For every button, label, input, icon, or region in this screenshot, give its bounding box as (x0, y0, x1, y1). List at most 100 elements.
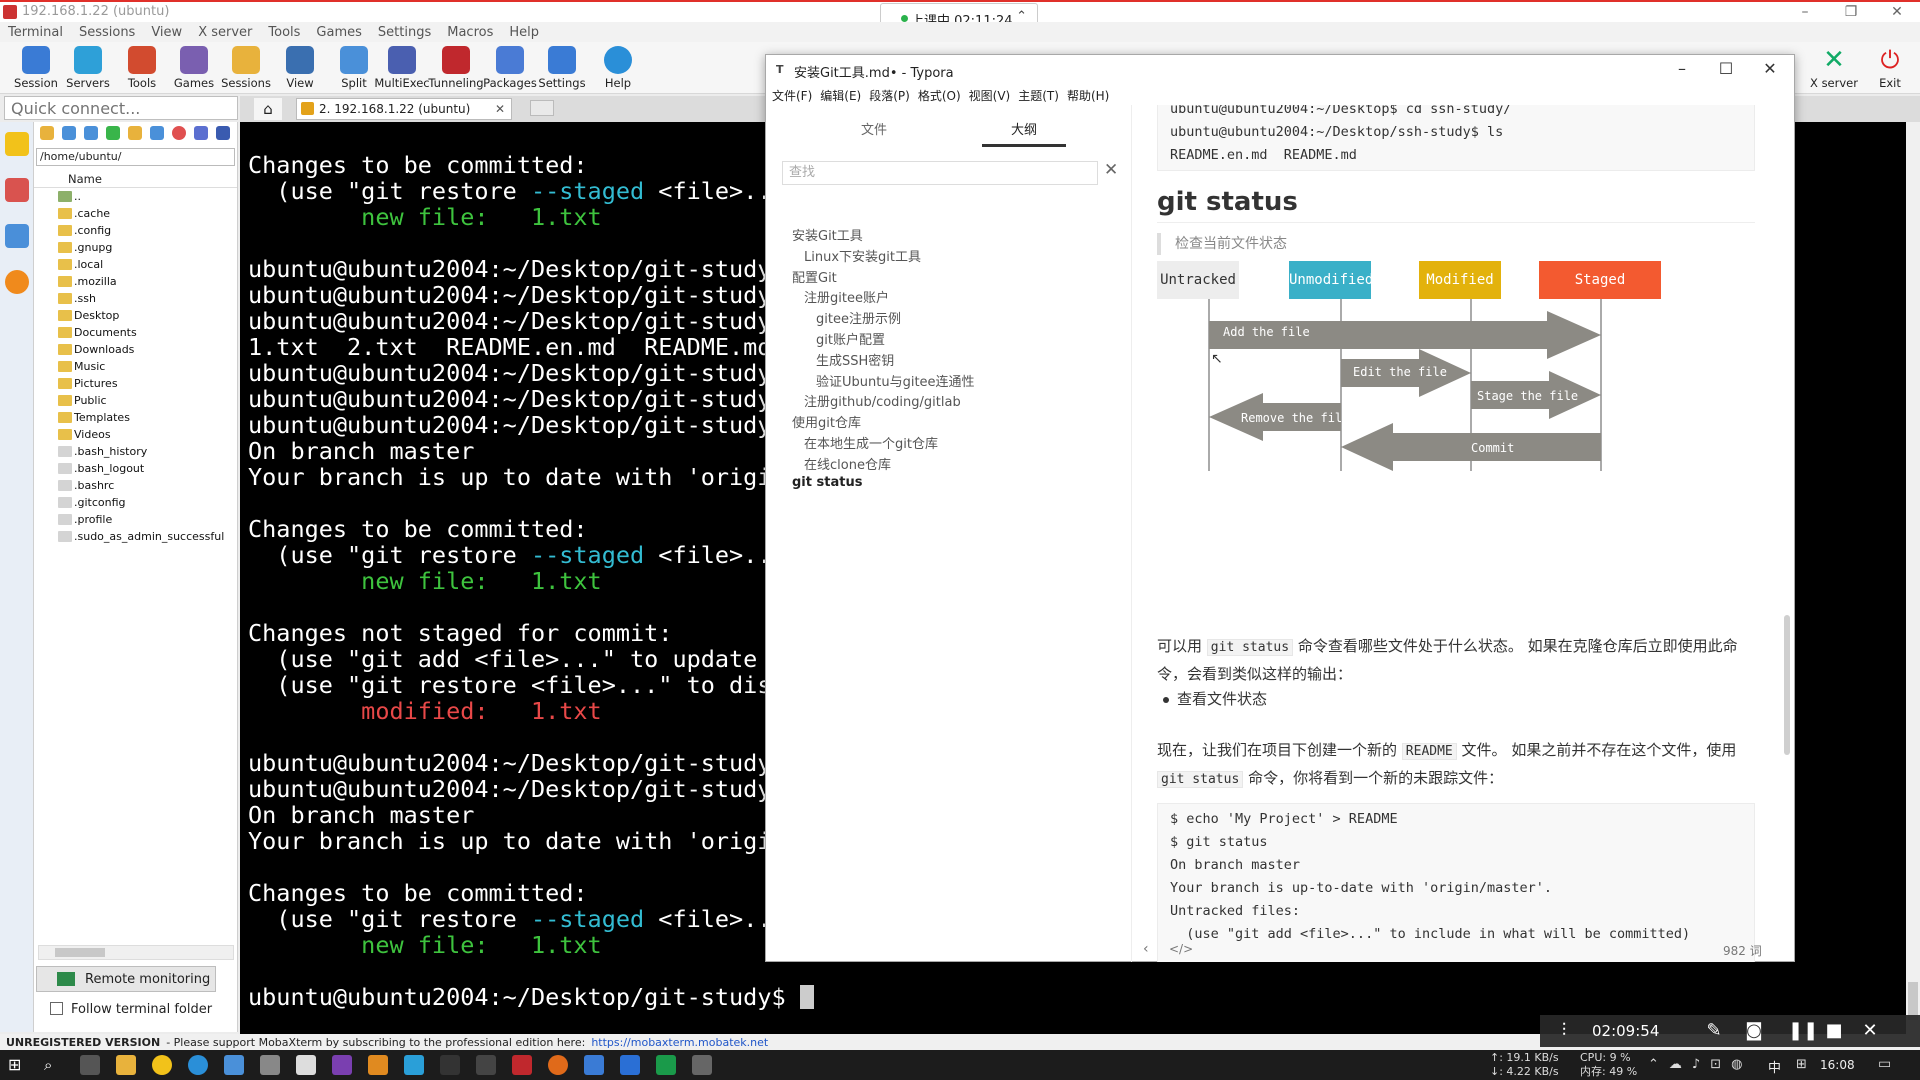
file-item[interactable]: Pictures (34, 375, 237, 392)
file-item[interactable]: .mozilla (34, 273, 237, 290)
paragraph-1[interactable]: 可以用 git status 命令查看哪些文件处于什么状态。 如果在克隆仓库后立… (1157, 633, 1757, 687)
file-item[interactable]: .gnupg (34, 239, 237, 256)
heading-git-status[interactable]: git status (1157, 187, 1298, 217)
edge-icon[interactable] (188, 1055, 208, 1075)
upload-icon[interactable] (84, 126, 98, 140)
file-item[interactable]: Videos (34, 426, 237, 443)
typora-task-icon[interactable] (296, 1055, 316, 1075)
tab-outline[interactable]: 大纲 (982, 119, 1066, 147)
toolbar-help-button[interactable]: Help (590, 42, 646, 90)
folder-up-icon[interactable] (40, 126, 54, 140)
file-item[interactable]: Templates (34, 409, 237, 426)
outline-item[interactable]: 注册github/coding/gitlab (804, 391, 961, 410)
close-button[interactable]: ✕ (1874, 2, 1920, 24)
typora-menu-item[interactable]: 帮助(H) (1067, 87, 1109, 104)
paragraph-2[interactable]: 现在，让我们在项目下创建一个新的 README 文件。 如果之前并不存在这个文件… (1157, 737, 1757, 793)
file-item[interactable]: .bash_history (34, 443, 237, 460)
download-icon[interactable] (62, 126, 76, 140)
menu-sessions[interactable]: Sessions (79, 25, 135, 40)
bullet-item[interactable]: 查看文件状态 (1162, 688, 1267, 709)
typora-menu-item[interactable]: 主题(T) (1018, 87, 1059, 104)
close-icon[interactable]: ✕ (1104, 160, 1118, 180)
taskbar-clock[interactable]: 16:08 (1820, 1058, 1855, 1072)
close-icon[interactable]: ✕ (1860, 1021, 1880, 1041)
task-view-icon[interactable] (80, 1055, 100, 1075)
camera-icon[interactable]: ◙ (1744, 1021, 1764, 1041)
app-icon-15[interactable] (584, 1055, 604, 1075)
tools-icon[interactable] (5, 178, 29, 202)
outline-item[interactable]: gitee注册示例 (816, 308, 901, 327)
file-item[interactable]: .bash_logout (34, 460, 237, 477)
star-icon[interactable] (5, 132, 29, 156)
remote-monitoring-button[interactable]: Remote monitoring (36, 966, 216, 992)
menu-tools[interactable]: Tools (268, 25, 300, 40)
app-icon-14[interactable] (548, 1055, 568, 1075)
outline-item[interactable]: 验证Ubuntu与gitee连通性 (816, 371, 975, 390)
refresh-icon[interactable] (106, 126, 120, 140)
outline-item[interactable]: 在线clone仓库 (804, 454, 891, 473)
file-item[interactable]: Documents (34, 324, 237, 341)
source-mode-icon[interactable]: </> (1169, 942, 1193, 956)
file-item[interactable]: .. (34, 188, 237, 205)
macros-icon[interactable] (5, 270, 29, 294)
app-icon-6[interactable] (260, 1055, 280, 1075)
file-item[interactable]: .cache (34, 205, 237, 222)
onenote-icon[interactable] (332, 1055, 352, 1075)
file-item[interactable]: Music (34, 358, 237, 375)
maximize-button[interactable]: ❐ (1828, 2, 1874, 24)
code-block-top[interactable]: ubuntu@ubuntu2004:~/Desktop$ cd ssh-stud… (1157, 105, 1755, 171)
toolbar-view-button[interactable]: View (272, 42, 328, 90)
typora-maximize-button[interactable]: ☐ (1704, 55, 1748, 85)
cmd-icon[interactable] (440, 1055, 460, 1075)
xserver-button[interactable]: ✕ X server (1806, 42, 1862, 90)
tray-icons[interactable]: ⌃☁♪⊡◍ (1648, 1057, 1752, 1072)
outline-item[interactable]: Linux下安装git工具 (804, 246, 921, 265)
tab-files[interactable]: 文件 (832, 119, 916, 144)
outline-item[interactable]: git账户配置 (816, 329, 885, 348)
path-field[interactable]: /home/ubuntu/ (36, 148, 235, 166)
file-item[interactable]: .profile (34, 511, 237, 528)
outline-item[interactable]: git status (792, 475, 862, 490)
mobaxterm-task-icon[interactable] (368, 1055, 388, 1075)
quick-connect-box[interactable] (4, 96, 238, 120)
pause-icon[interactable]: ❚❚ (1788, 1021, 1818, 1041)
file-item[interactable]: .config (34, 222, 237, 239)
word-count[interactable]: 982 词 (1723, 942, 1762, 959)
file-item[interactable]: .bashrc (34, 477, 237, 494)
toolbar-tunneling-button[interactable]: Tunneling (428, 42, 484, 90)
app-icon-10[interactable] (404, 1055, 424, 1075)
sftp-icon[interactable] (5, 224, 29, 248)
typora-scrollbar[interactable] (1784, 615, 1790, 755)
file-item[interactable]: Public (34, 392, 237, 409)
typora-menu-item[interactable]: 文件(F) (772, 87, 812, 104)
file-item[interactable]: .gitconfig (34, 494, 237, 511)
toolbar-tools-button[interactable]: Tools (114, 42, 170, 90)
toolbar-sessions-button[interactable]: Sessions (218, 42, 274, 90)
minimize-button[interactable]: – (1782, 2, 1828, 24)
outline-search-input[interactable]: 查找 (782, 161, 1098, 185)
typora-menu-item[interactable]: 段落(P) (869, 87, 910, 104)
menu-view[interactable]: View (151, 25, 182, 40)
keyboard-icon[interactable]: ⊞ (1796, 1057, 1807, 1072)
scroll-thumb[interactable] (55, 948, 105, 957)
rename-icon[interactable] (194, 126, 208, 140)
chevron-left-icon[interactable]: ‹ (1143, 941, 1149, 957)
typora-minimize-button[interactable]: – (1660, 55, 1704, 85)
delete-icon[interactable] (172, 126, 186, 140)
menu-macros[interactable]: Macros (447, 25, 493, 40)
app-icon-17[interactable] (656, 1055, 676, 1075)
file-item[interactable]: Downloads (34, 341, 237, 358)
quick-connect-input[interactable] (5, 97, 237, 119)
outline-item[interactable]: 使用git仓库 (792, 412, 861, 431)
menu-settings[interactable]: Settings (378, 25, 431, 40)
tab-close-icon[interactable]: ✕ (495, 99, 505, 119)
file-item[interactable]: .local (34, 256, 237, 273)
stop-icon[interactable]: ■ (1824, 1021, 1844, 1041)
app-icon-5[interactable] (224, 1055, 244, 1075)
info-icon[interactable] (216, 126, 230, 140)
explorer-icon[interactable] (116, 1055, 136, 1075)
typora-menu-item[interactable]: 格式(O) (918, 87, 961, 104)
mail-icon[interactable] (620, 1055, 640, 1075)
typora-close-button[interactable]: ✕ (1748, 55, 1792, 85)
notification-icon[interactable]: ▭ (1878, 1056, 1891, 1072)
